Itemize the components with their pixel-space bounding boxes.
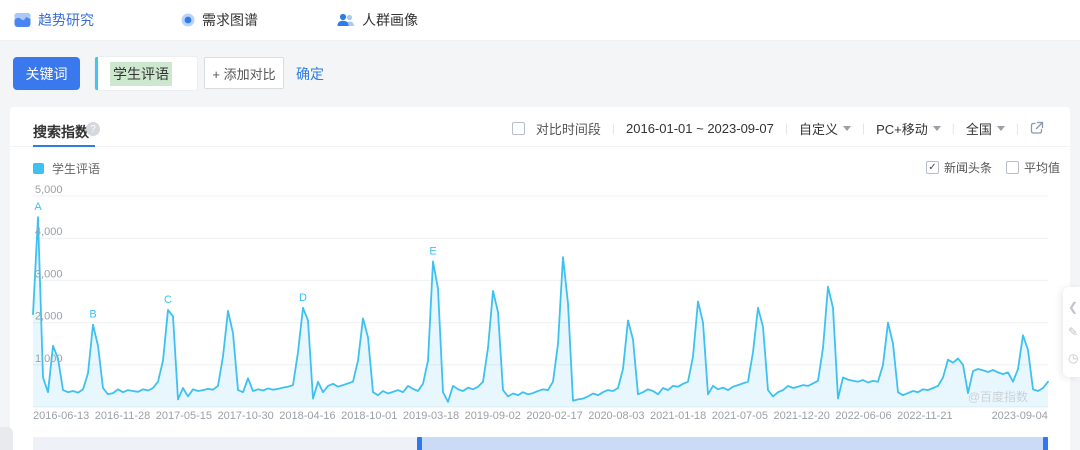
date-range-value[interactable]: 2016-01-01 ~ 2023-09-07 (626, 121, 774, 136)
search-index-card: 搜索指数 ? 对比时间段 | 2016-01-01 ~ 2023-09-07 |… (10, 107, 1070, 450)
help-icon[interactable]: ? (86, 122, 100, 136)
watermark: @百度指数 (967, 390, 1028, 404)
x-axis-gap (958, 410, 986, 422)
svg-text:3,000: 3,000 (35, 268, 63, 280)
compare-time-label: 对比时间段 (535, 121, 601, 137)
trend-chart[interactable]: 1,000 2,000 3,000 4,000 5,000 A B C D E @百度指数 (32, 182, 1049, 408)
x-axis-label: 2017-05-15 (155, 410, 213, 422)
confirm-link[interactable]: 确定 (296, 64, 324, 84)
x-axis-label: 2022-11-21 (897, 410, 953, 422)
tab-trend-research[interactable]: 趋势研究 (14, 0, 94, 40)
x-axis-label: 2020-08-03 (588, 410, 645, 422)
x-axis-label: 2016-11-28 (94, 410, 151, 422)
platform-dropdown[interactable]: PC+移动 (876, 119, 941, 138)
slider-handle-left[interactable] (416, 437, 422, 450)
header-divider (10, 146, 1070, 147)
x-axis-label: 2023-09-04 (991, 410, 1048, 422)
chevron-down-icon (842, 125, 851, 131)
average-toggle[interactable]: 平均值 (1005, 159, 1060, 176)
news-headlines-checkbox[interactable] (925, 161, 939, 174)
svg-text:4,000: 4,000 (35, 226, 63, 238)
slider-handle-right[interactable] (1043, 437, 1048, 450)
timeline-slider[interactable] (33, 437, 1048, 450)
x-axis-label: 2018-04-16 (279, 410, 336, 422)
x-axis-label: 2021-12-20 (773, 410, 830, 422)
svg-text:2,000: 2,000 (35, 311, 63, 323)
x-axis-label: 2018-10-01 (341, 410, 398, 422)
divider: | (611, 121, 615, 135)
tab-crowd-portrait[interactable]: 人群画像 (337, 0, 418, 40)
collapse-arrow-icon[interactable]: ❮ (1068, 301, 1078, 313)
x-axis-label: 2017-10-30 (217, 410, 274, 422)
svg-text:A: A (34, 201, 42, 213)
input-accent-bar (95, 57, 98, 90)
x-axis-labels: 2016-06-13 2016-11-28 2017-05-15 2017-10-30… (33, 410, 1048, 422)
region-dropdown[interactable]: 全国 (966, 119, 1005, 138)
nav-label: 人群画像 (362, 12, 418, 28)
trend-chart-icon (14, 13, 31, 27)
history-clock-icon[interactable]: ◷ (1068, 352, 1078, 364)
divider: | (784, 121, 788, 135)
divider: | (1015, 121, 1019, 135)
range-type-dropdown[interactable]: 自定义 (799, 119, 851, 138)
people-icon (337, 13, 354, 26)
x-axis-label: 2016-06-13 (33, 410, 90, 422)
divider: | (951, 121, 955, 135)
chart-toggles: 新闻头条 平均值 (925, 159, 1060, 176)
x-axis-label: 2019-03-18 (402, 410, 460, 422)
legend-label: 学生评语 (52, 162, 101, 176)
side-floating-toolbar[interactable]: ❮ ✎ ◷ (1063, 287, 1080, 377)
average-checkbox[interactable] (1005, 161, 1019, 174)
divider: | (861, 121, 866, 135)
legend-swatch (33, 163, 44, 174)
feedback-pen-icon[interactable]: ✎ (1068, 326, 1078, 338)
trend-line-svg: 1,000 2,000 3,000 4,000 5,000 A B C D E (32, 184, 1049, 408)
browser-status-bubble (0, 427, 13, 450)
svg-text:5,000: 5,000 (35, 184, 63, 196)
x-axis-label: 2019-09-02 (464, 410, 521, 422)
add-compare-button[interactable]: + 添加对比 (204, 57, 284, 89)
compare-time-checkbox[interactable] (511, 121, 525, 135)
tab-demand-graph[interactable]: 需求图谱 (181, 0, 258, 40)
x-axis-label: 2022-06-06 (835, 410, 892, 422)
active-tab-underline (33, 145, 95, 147)
x-axis-label: 2021-01-18 (649, 410, 707, 422)
svg-text:1,000: 1,000 (35, 353, 63, 365)
radar-dot-icon (181, 13, 195, 27)
news-headlines-toggle[interactable]: 新闻头条 (925, 159, 992, 176)
x-axis-label: 2020-02-17 (526, 410, 583, 422)
keyword-button[interactable]: 关键词 (13, 57, 80, 90)
svg-text:B: B (89, 309, 96, 321)
svg-text:C: C (164, 294, 172, 306)
nav-label: 需求图谱 (202, 12, 258, 28)
keyword-band: 关键词 学生评语 + 添加对比 确定 (0, 41, 1080, 107)
chart-header-controls: 对比时间段 | 2016-01-01 ~ 2023-09-07 | 自定义 | … (511, 118, 1044, 138)
x-axis-label: 2021-07-05 (711, 410, 769, 422)
svg-text:D: D (299, 292, 307, 304)
nav-label: 趋势研究 (38, 12, 94, 28)
top-navigation: 趋势研究 需求图谱 人群画像 (0, 0, 1080, 41)
keyword-input[interactable]: 学生评语 (95, 57, 197, 90)
slider-selection[interactable] (417, 437, 1048, 450)
chart-legend: 学生评语 (33, 160, 100, 177)
keyword-value: 学生评语 (110, 61, 172, 86)
chevron-down-icon (932, 125, 941, 131)
export-icon[interactable] (1030, 121, 1044, 135)
svg-text:E: E (429, 245, 436, 257)
panel-title: 搜索指数 (33, 124, 89, 140)
chevron-down-icon (996, 125, 1005, 131)
